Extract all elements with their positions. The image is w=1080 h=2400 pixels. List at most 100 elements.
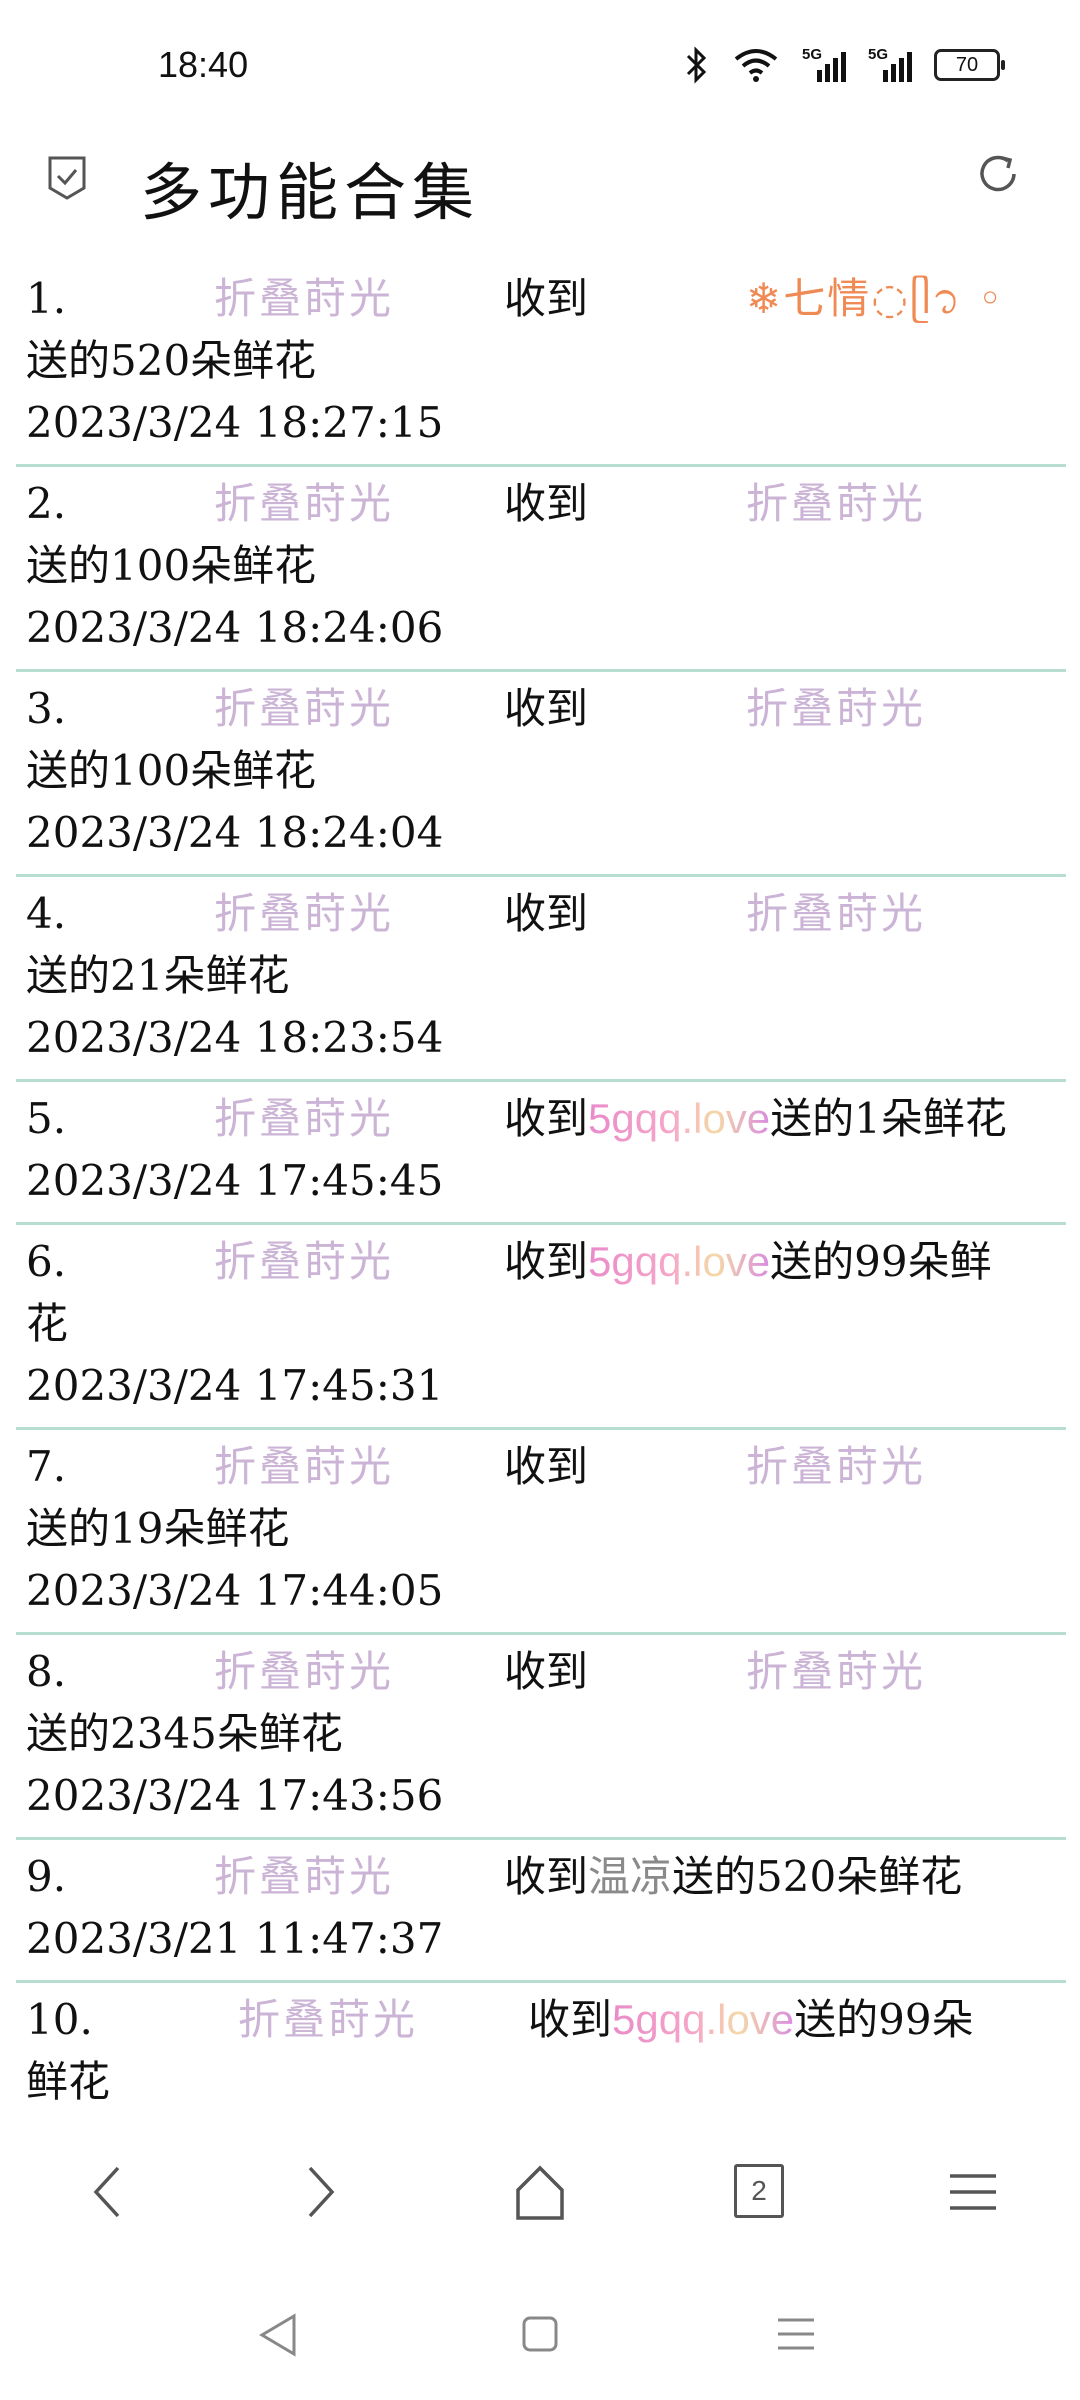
page-title: 多功能合集 <box>140 156 481 229</box>
flower-record-list[interactable]: 1. 折叠莳光 收到 ❄七情◌ᥫ᭡ ◦ 送的520朵鲜花 2023/3/24 1… <box>16 262 1066 2112</box>
recipient-name[interactable]: 折叠莳光 <box>746 1641 926 1703</box>
check-icon[interactable] <box>46 154 88 202</box>
record-number: 10. <box>26 1995 93 2044</box>
gift-text: 送的99朵鲜 <box>770 1237 992 1286</box>
sender-name[interactable]: 折叠莳光 <box>238 1989 418 2051</box>
list-item: 6. 折叠莳光 收到5gqq.love送的99朵鲜 花 2023/3/24 17… <box>16 1225 1066 1430</box>
list-item: 1. 折叠莳光 收到 ❄七情◌ᥫ᭡ ◦ 送的520朵鲜花 2023/3/24 1… <box>16 262 1066 467</box>
record-number: 1. <box>26 274 67 323</box>
received-inline: 收到5gqq.love送的99朵鲜 <box>504 1231 992 1293</box>
received-label: 收到 <box>504 479 589 528</box>
received-label: 收到 <box>504 1647 589 1696</box>
received-label: 收到 <box>504 889 589 938</box>
received-label: 收到 <box>528 1995 613 2044</box>
home-icon[interactable] <box>510 2162 570 2222</box>
sender-name[interactable]: 折叠莳光 <box>214 883 394 945</box>
gift-text: 送的2345朵鲜花 <box>26 1709 343 1758</box>
bluetooth-icon <box>686 46 707 84</box>
record-time: 2023/3/24 17:43:56 <box>26 1771 444 1820</box>
received-label: 收到 <box>504 1442 589 1491</box>
gift-text: 送的19朵鲜花 <box>26 1504 290 1553</box>
gift-text: 送的1朵鲜花 <box>770 1094 1007 1143</box>
record-time: 2023/3/24 18:23:54 <box>26 1013 444 1062</box>
record-time: 2023/3/24 17:45:31 <box>26 1361 444 1410</box>
sender-name[interactable]: 折叠莳光 <box>214 678 394 740</box>
browser-toolbar: 2 <box>0 2138 1080 2268</box>
wifi-icon <box>734 49 778 82</box>
gift-text: 送的21朵鲜花 <box>26 951 290 1000</box>
list-item: 8. 折叠莳光 收到 折叠莳光 送的2345朵鲜花 2023/3/24 17:4… <box>16 1635 1066 1840</box>
sender-name[interactable]: 折叠莳光 <box>214 1846 394 1908</box>
sender-name[interactable]: 折叠莳光 <box>214 1436 394 1498</box>
record-number: 6. <box>26 1237 67 1286</box>
refresh-icon[interactable] <box>972 148 1024 200</box>
record-time: 2023/3/24 18:24:04 <box>26 808 444 857</box>
tabs-button[interactable]: 2 <box>734 2164 784 2218</box>
back-icon[interactable] <box>88 2162 128 2222</box>
recipient-name[interactable]: 折叠莳光 <box>746 678 926 740</box>
recipient-name[interactable]: 折叠莳光 <box>746 473 926 535</box>
sender-name[interactable]: 折叠莳光 <box>214 1641 394 1703</box>
menu-icon[interactable] <box>946 2162 1000 2222</box>
sender-name[interactable]: 折叠莳光 <box>214 268 394 330</box>
list-item: 4. 折叠莳光 收到 折叠莳光 送的21朵鲜花 2023/3/24 18:23:… <box>16 877 1066 1082</box>
battery-icon: 70 <box>934 49 1005 81</box>
list-item: 2. 折叠莳光 收到 折叠莳光 送的100朵鲜花 2023/3/24 18:24… <box>16 467 1066 672</box>
record-number: 3. <box>26 684 67 733</box>
tabs-icon: 2 <box>751 2175 767 2206</box>
received-label: 收到 <box>504 274 589 323</box>
record-time: 2023/3/21 11:47:37 <box>26 1914 444 1963</box>
received-label: 收到 <box>504 1094 589 1143</box>
system-recents-icon[interactable] <box>774 2310 818 2360</box>
system-back-icon[interactable] <box>256 2310 300 2360</box>
status-icons: 5G 5G 70 <box>684 46 1005 84</box>
gift-text: 送的520朵鲜花 <box>672 1852 963 1901</box>
recipient-name[interactable]: 5gqq.love <box>588 1238 770 1285</box>
record-number: 7. <box>26 1442 67 1491</box>
gift-text: 送的99朵 <box>794 1995 974 2044</box>
list-item: 3. 折叠莳光 收到 折叠莳光 送的100朵鲜花 2023/3/24 18:24… <box>16 672 1066 877</box>
list-item: 10. 折叠莳光 收到5gqq.love送的99朵 鲜花 <box>16 1983 1066 2112</box>
status-time: 18:40 <box>158 44 249 85</box>
received-label: 收到 <box>504 1852 589 1901</box>
signal-icon-2: 5G <box>868 46 912 82</box>
system-navigation <box>0 2290 1080 2400</box>
gift-text: 送的100朵鲜花 <box>26 541 317 590</box>
list-item: 7. 折叠莳光 收到 折叠莳光 送的19朵鲜花 2023/3/24 17:44:… <box>16 1430 1066 1635</box>
recipient-name[interactable]: ❄七情◌ᥫ᭡ ◦ <box>746 268 1004 330</box>
recipient-name[interactable]: 5gqq.love <box>612 1996 794 2043</box>
battery-level: 70 <box>955 53 979 76</box>
received-label: 收到 <box>504 1237 589 1286</box>
record-time: 2023/3/24 17:45:45 <box>26 1156 444 1205</box>
received-inline: 收到5gqq.love送的99朵 <box>528 1989 974 2051</box>
recipient-name[interactable]: 温凉 <box>588 1852 672 1901</box>
received-inline: 收到温凉送的520朵鲜花 <box>504 1846 962 1908</box>
gift-text: 送的520朵鲜花 <box>26 336 317 385</box>
list-item: 5. 折叠莳光 收到5gqq.love送的1朵鲜花 2023/3/24 17:4… <box>16 1082 1066 1225</box>
record-number: 5. <box>26 1094 67 1143</box>
record-time: 2023/3/24 18:24:06 <box>26 603 444 652</box>
sender-name[interactable]: 折叠莳光 <box>214 473 394 535</box>
sender-name[interactable]: 折叠莳光 <box>214 1231 394 1293</box>
forward-icon[interactable] <box>300 2162 340 2222</box>
gift-text-wrap: 鲜花 <box>26 2057 111 2106</box>
list-item: 9. 折叠莳光 收到温凉送的520朵鲜花 2023/3/21 11:47:37 <box>16 1840 1066 1983</box>
gift-text-wrap: 花 <box>26 1299 69 1348</box>
record-time: 2023/3/24 18:27:15 <box>26 398 444 447</box>
recipient-name[interactable]: 折叠莳光 <box>746 883 926 945</box>
recipient-name[interactable]: 折叠莳光 <box>746 1436 926 1498</box>
system-home-icon[interactable] <box>518 2310 562 2360</box>
record-number: 9. <box>26 1852 67 1901</box>
status-bar: 18:40 5G 5G 70 <box>0 0 1080 140</box>
record-time: 2023/3/24 17:44:05 <box>26 1566 444 1615</box>
record-number: 8. <box>26 1647 67 1696</box>
record-number: 4. <box>26 889 67 938</box>
recipient-name[interactable]: 5gqq.love <box>588 1095 770 1142</box>
sender-name[interactable]: 折叠莳光 <box>214 1088 394 1150</box>
received-inline: 收到5gqq.love送的1朵鲜花 <box>504 1088 1007 1150</box>
record-number: 2. <box>26 479 67 528</box>
received-label: 收到 <box>504 684 589 733</box>
signal-icon-1: 5G <box>802 46 846 82</box>
app-header: 多功能合集 <box>0 130 1080 240</box>
gift-text: 送的100朵鲜花 <box>26 746 317 795</box>
